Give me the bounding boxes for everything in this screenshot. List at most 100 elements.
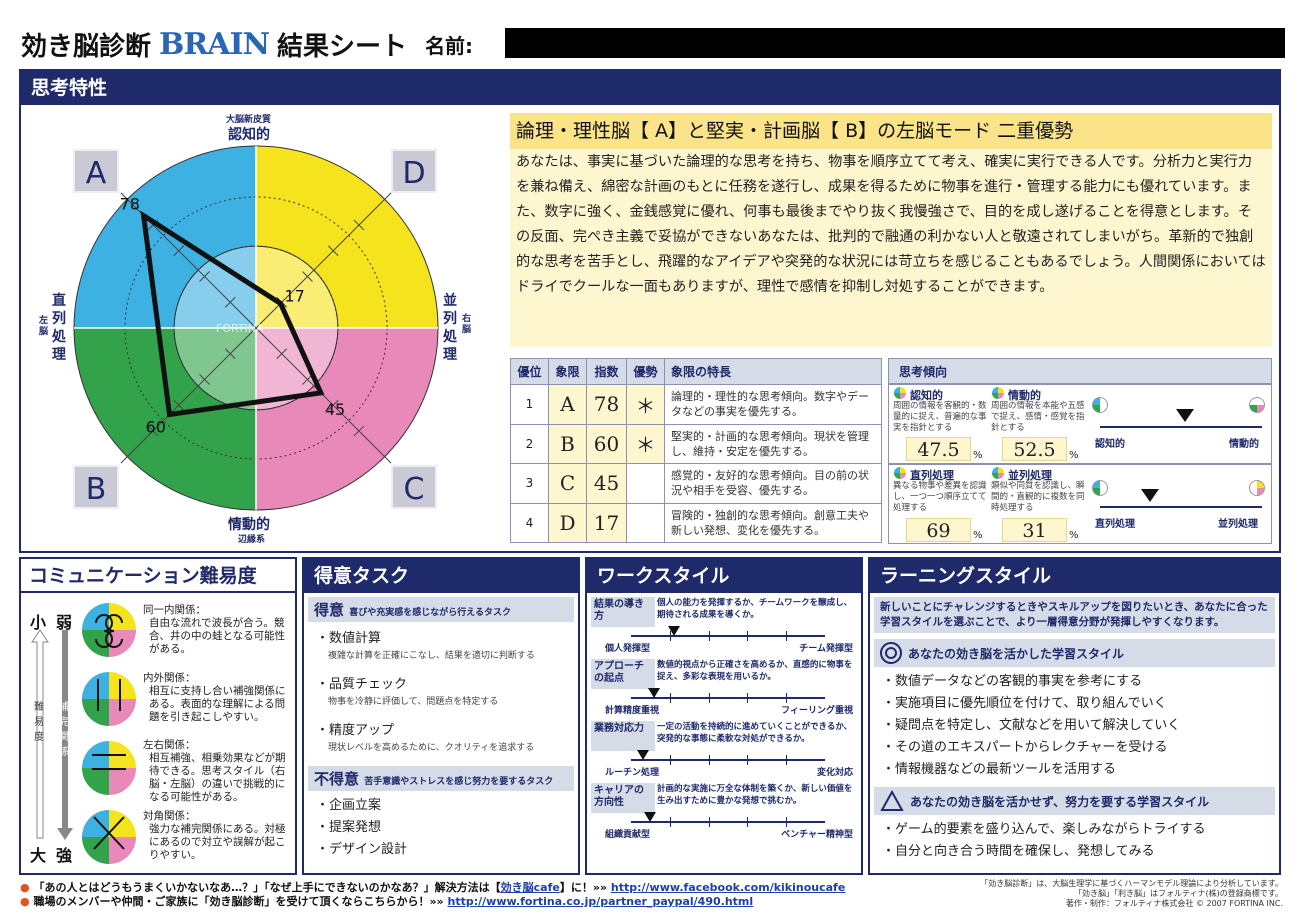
good-learning-item: ・情報機器などの最新ツールを活用する [882,762,1117,777]
workstyle-left: 組織貢献型 [605,830,651,840]
emotional-value: 52.5 [1002,437,1067,461]
bad-task-header: 不得意 苦手意識やストレスを感じ努力を要するタスク [308,766,574,791]
workstyle-marker [636,750,649,760]
good-learning-item: ・その道のエキスパートからレクチャーを受ける [882,740,1168,755]
workstyle-tick [747,817,749,827]
bad-task-sub: 苦手意識やストレスを感じ努力を要するタスク [364,777,554,787]
scale2-left: 直列処理 [1095,519,1135,530]
workstyle-tick [669,631,671,641]
communication-title: コミュニケーション難易度 [21,559,295,593]
quadrant-letter-a: A [86,156,107,191]
comm-item-title: 内外関係： [143,672,196,684]
rank-cell: 2 [510,423,549,464]
footer-note-3: 著作・制作：フォルティナ株式会社 © 2007 FORTINA INC. [1065,899,1283,908]
th-quadrant: 象限 [548,358,587,385]
left-brain-circle-icon [1092,397,1108,413]
workstyle-right: フィーリング重視 [781,706,853,716]
good-task-sub: 喜びや充実感を感じながら行えるタスク [349,608,511,618]
th-score: 指数 [586,358,627,385]
learning-title: ラーニングスタイル [870,559,1279,593]
quadrant-table: 優位 象限 指数 優勢 象限の特長 1 A 78 ＊ 論理的・理性的な思考傾向。… [510,358,882,543]
tasks-title: 得意タスク [304,559,578,593]
good-task-item: ・数値計算 [316,631,382,646]
workstyle-right: 変化対応 [816,768,853,778]
value-label-a: 78 [120,195,140,214]
quadrant-cell: B [548,423,587,464]
th-rank: 優位 [510,358,549,385]
serial-value: 69 [906,518,971,542]
cognitive-desc: 周囲の情報を客観的・数量的に捉え、普遍的な事実を指針とする [893,401,987,433]
radar-chart: FORTINA 78 60 45 17 A D B C [73,145,439,511]
workstyle-tick [786,817,788,827]
good-task-item: ・品質チェック [316,677,408,692]
workstyle-tick [747,631,749,641]
score-cell: 78 [586,384,627,425]
type-title: 論理・理性脳【 A】と堅実・計画脳【 B】の左脳モード 二重優勢 [510,113,1272,149]
comm-item-same: 同一内関係： 自由な流れで波長が合う。競合、井の中の蛙となる可能性がある。 [143,604,293,656]
workstyle-tick [786,631,788,641]
serial-unit: % [973,530,983,541]
workstyle-tick [669,755,671,765]
workstyle-scale [631,821,825,823]
fortina-link[interactable]: http://www.fortina.co.jp/partner_paypal/… [448,895,754,908]
workstyle-tick [747,755,749,765]
good-task-header: 得意 喜びや充実感を感じながら行えるタスク [308,597,574,622]
dominance-cell: ＊ [626,423,665,464]
parallel-value: 31 [1002,518,1067,542]
complement-strong: 強 [56,846,73,865]
scale2-right: 並列処理 [1218,519,1258,530]
quadrant-circle-icon [992,387,1004,399]
cognitive-value: 47.5 [906,437,971,461]
table-row: 2 B 60 ＊ 堅実的・計画的な思考傾向。現状を管理し、維持・安定を優先する。 [510,423,882,464]
good-task-desc: 複雑な計算を正確にこなし、結果を適切に判断する [328,651,535,661]
workstyle-row: キャリアの方向性 計画的な実施に万全な体制を築くか、新しい価値を生み出すために豊か… [587,779,861,849]
workstyle-tick [708,693,710,703]
workstyle-panel: ワークスタイル 結果の導き方 個人の能力を発揮するか、チームワークを醸成し、期待さ… [585,557,863,875]
triangle-icon [880,790,904,811]
workstyle-tick [708,755,710,765]
bad-learning-item: ・自分と向き合う時間を確保し、発想してみる [882,844,1155,859]
workstyle-scale [631,635,825,637]
double-circle-icon [880,642,902,664]
workstyle-tick [708,817,710,827]
quadrant-letter-d: D [402,156,425,191]
value-label-d: 17 [285,286,305,305]
workstyle-desc: 個人の能力を発揮するか、チームワークを醸成し、期待される成果を導くか。 [657,598,853,620]
comm-item-text: 相互に支持し合い補強関係にある。表面的な理解による問題を引き起こしやすい。 [149,685,286,723]
scale1-left: 認知的 [1095,439,1125,450]
good-learning-label: あなたの効き脳を活かした学習スタイル [908,646,1125,661]
comm-item-title: 同一内関係： [143,604,206,616]
comm-item-text: 相互補強、相乗効果などが期待できる。思考スタイル（右脳・左脳）の違いで挑戦的にな… [149,752,286,803]
learning-panel: ラーニングスタイル 新しいことにチャレンジするときやスキルアップを図りたいとき、… [868,557,1281,875]
workstyle-tick [747,693,749,703]
quadrant-letter-b: B [86,472,107,507]
workstyle-right: ベンチャー精神型 [781,830,853,840]
workstyle-tick [669,693,671,703]
comm-item-left-right: 左右関係： 相互補強、相乗効果などが期待できる。思考スタイル（右脳・左脳）の違い… [143,739,293,804]
feature-cell: 冒険的・独創的な思考傾向。創意工夫や新しい発想、変化を優先する。 [664,502,882,543]
workstyle-row: 業務対応力 一定の活動を持続的に進めていくことができるか、突発的な事態に柔軟な対処… [587,717,861,779]
workstyle-row: アプローチの起点 数値的視点から正確さを高めるか、直感的に物事を捉え、多彩な表現を… [587,655,861,717]
workstyle-desc: 計画的な実施に万全な体制を築くか、新しい価値を生み出すために豊かな発想で挑むか。 [657,784,853,806]
quadrant-circle-icon [992,467,1004,479]
bad-task-item: ・企画立案 [316,798,382,813]
workstyle-row: 結果の導き方 個人の能力を発揮するか、チームワークを醸成し、期待される成果を導くか… [587,593,861,655]
tendency-scale-1 [1100,426,1262,428]
table-row: 3 C 45 感覚的・友好的な思考傾向。目の前の状況や相手を受容、優先する。 [510,463,882,504]
good-learning-item: ・疑問点を特定し、文献などを用いて解決していく [882,718,1181,733]
workstyle-marker [644,812,657,822]
bad-learning-item: ・ゲーム的要素を盛り込んで、楽しみながらトライする [882,822,1206,837]
table-row: 4 D 17 冒険的・独創的な思考傾向。創意工夫や新しい発想、変化を優先する。 [510,502,882,543]
comm-item-title: 左右関係： [143,739,196,751]
workstyle-label: 業務対応力 [591,721,655,751]
th-feature: 象限の特長 [664,358,882,385]
type-description: あなたは、事実に基づいた論理的な思考を持ち、物事を順序立てて考え、確実に実行でき… [510,149,1272,347]
serial-desc: 異なる物事や差異を認識し、一つ一つ順序立てて処理する [893,481,987,513]
quadrant-circle-icon [894,467,906,479]
emotional-desc: 周囲の情報を本能や五感で捉え、感情・感覚を指針とする [991,401,1085,433]
rank-cell: 1 [510,384,549,425]
rank-cell: 3 [510,463,549,504]
footer-text-2: 職場のメンバーや仲間・ご家族に「効き脳診断」を受けて頂くならこちらから！»» [33,895,448,908]
comm-item-inner-outer: 内外関係： 相互に支持し合い補強関係にある。表面的な理解による問題を引き起こしや… [143,672,293,724]
score-cell: 17 [586,502,627,543]
